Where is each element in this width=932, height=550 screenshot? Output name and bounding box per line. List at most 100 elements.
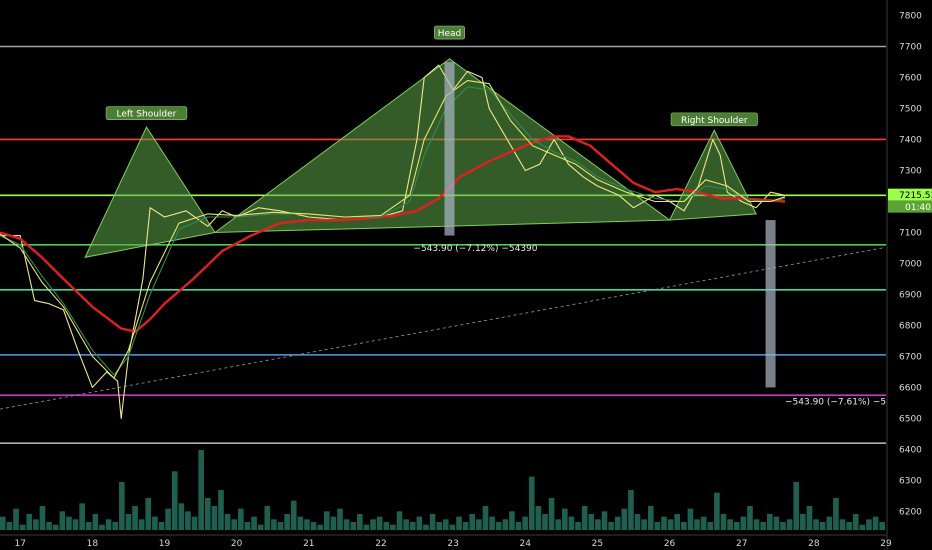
volume-bar	[26, 514, 33, 530]
volume-bar	[119, 482, 125, 530]
volume-bar	[766, 514, 773, 530]
volume-bar	[238, 508, 244, 530]
volume-bar	[839, 519, 846, 530]
x-tick-label: 18	[87, 539, 99, 549]
volume-bar	[714, 492, 720, 530]
y-tick-label: 7500	[899, 104, 922, 114]
volume-bar	[852, 514, 859, 530]
volume-bar	[641, 519, 647, 530]
volume-bar	[542, 514, 548, 530]
volume-bar	[535, 506, 542, 530]
volume-bar	[370, 519, 376, 530]
x-tick-label: 20	[231, 539, 243, 549]
volume-bar	[502, 519, 509, 530]
volume-bar	[780, 522, 786, 530]
y-tick-label: 6300	[899, 476, 922, 486]
volume-bar	[548, 498, 555, 530]
volume-bar	[528, 476, 535, 530]
volume-bar	[753, 519, 760, 530]
volume-bar	[621, 508, 628, 530]
y-tick-label: 7700	[899, 42, 922, 52]
volume-bar	[284, 514, 290, 530]
volume-bar	[740, 516, 747, 530]
volume-bar	[773, 516, 780, 530]
volume-bar	[224, 514, 231, 530]
x-tick-label: 17	[14, 539, 25, 549]
x-tick-label: 29	[880, 539, 892, 549]
volume-bar	[92, 514, 99, 530]
volume-bar	[601, 511, 608, 530]
volume-bar	[231, 519, 238, 530]
volume-bar	[819, 522, 826, 530]
volume-bar	[357, 514, 363, 530]
y-tick-label: 6500	[899, 414, 922, 424]
y-tick-label: 7000	[899, 259, 922, 269]
volume-bar	[125, 514, 132, 530]
volume-bar	[575, 522, 581, 530]
volume-bar	[647, 506, 654, 530]
volume-bar	[793, 482, 800, 530]
volume-bar	[436, 522, 442, 530]
countdown-value: 01:40	[905, 203, 931, 213]
y-tick-label: 7800	[899, 11, 922, 21]
volume-bar	[879, 522, 885, 530]
x-tick-label: 21	[303, 539, 314, 549]
x-tick-label: 25	[592, 539, 603, 549]
volume-bar	[198, 450, 204, 530]
volume-bar	[66, 516, 72, 530]
volume-bar	[813, 519, 819, 530]
volume-bar	[423, 524, 429, 530]
volume-bar	[72, 519, 79, 530]
volume-bar	[733, 522, 740, 530]
volume-bar	[476, 519, 482, 530]
volume-bar	[707, 522, 714, 530]
volume-bar	[0, 516, 6, 530]
pattern-label: Head	[438, 29, 462, 39]
volume-bar	[562, 508, 568, 530]
volume-bar	[409, 522, 416, 530]
volume-bar	[46, 522, 52, 530]
measurement-bar	[444, 61, 455, 236]
volume-bar	[555, 519, 562, 530]
volume-bar	[310, 522, 317, 530]
volume-bar	[634, 514, 641, 530]
volume-bar	[19, 524, 26, 530]
volume-bar	[191, 516, 198, 530]
volume-bar	[99, 524, 105, 530]
volume-bar	[257, 524, 264, 530]
volume-bar	[694, 519, 700, 530]
volume-bar	[667, 519, 674, 530]
volume-bar	[806, 506, 813, 530]
volume-bar	[204, 498, 211, 530]
volume-bar	[218, 490, 224, 530]
volume-bar	[866, 519, 872, 530]
volume-bar	[6, 522, 13, 530]
volume-bar	[52, 524, 59, 530]
volume-bar	[376, 516, 383, 530]
volume-bar	[271, 519, 277, 530]
y-tick-label: 6800	[899, 321, 922, 331]
y-tick-label: 6600	[899, 383, 922, 393]
y-tick-label: 7400	[899, 135, 922, 145]
volume-bar	[317, 524, 323, 530]
y-tick-label: 6700	[899, 352, 922, 362]
volume-bar	[112, 522, 119, 530]
y-tick-label: 6400	[899, 445, 922, 455]
volume-bar	[244, 522, 251, 530]
volume-bar	[323, 511, 330, 530]
volume-bar	[595, 519, 601, 530]
volume-bar	[826, 516, 833, 530]
volume-bar	[456, 516, 462, 530]
price-chart[interactable]: −543.90 (−7.12%) −54390−543.90 (−7.61%) …	[0, 0, 932, 550]
volume-bar	[290, 500, 297, 530]
volume-bar	[786, 519, 793, 530]
price-tag-value: 7215.53	[899, 191, 932, 201]
volume-bar	[363, 524, 370, 530]
volume-bar	[145, 498, 152, 530]
volume-bar	[509, 511, 515, 530]
volume-bar	[59, 511, 66, 530]
volume-bar	[33, 519, 39, 530]
volume-bar	[700, 516, 707, 530]
pattern-label: Right Shoulder	[681, 116, 748, 126]
volume-bar	[872, 516, 879, 530]
